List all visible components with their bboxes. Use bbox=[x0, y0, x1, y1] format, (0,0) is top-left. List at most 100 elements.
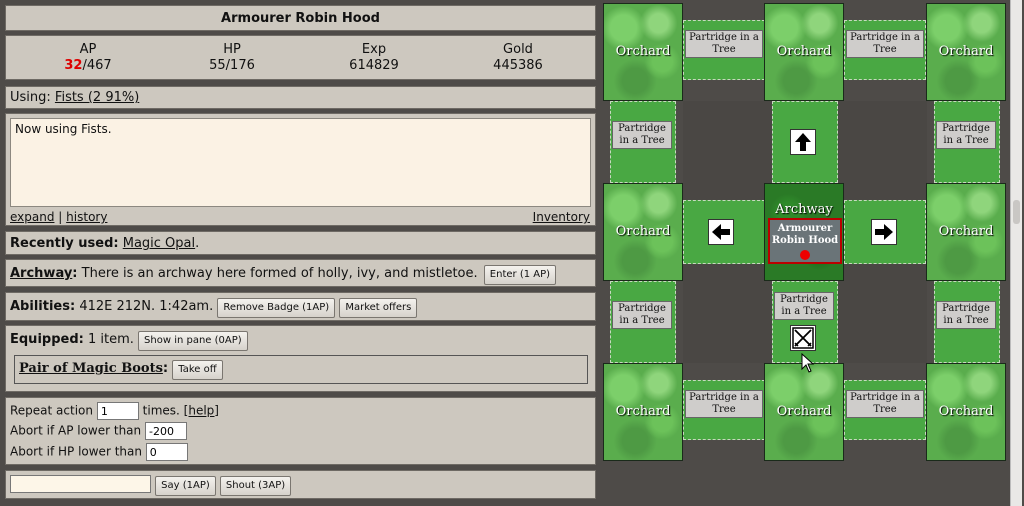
enter-button[interactable]: Enter (1 AP) bbox=[483, 265, 557, 285]
ap-label: AP bbox=[79, 42, 97, 57]
map-tile-orchard[interactable]: Orchard bbox=[603, 363, 683, 461]
partridge-sign[interactable]: Partridge in a Tree bbox=[774, 292, 834, 320]
abort-hp-label: Abort if HP lower than bbox=[10, 444, 142, 459]
repeat-panel: Repeat action times. [help] Abort if AP … bbox=[5, 397, 596, 465]
recently-used-label: Recently used: bbox=[10, 236, 119, 251]
gold-value: 445386 bbox=[493, 58, 543, 73]
message-panel: Now using Fists. expand | history Invent… bbox=[5, 113, 596, 226]
help-link[interactable]: [help] bbox=[184, 404, 219, 418]
tile-label: Orchard bbox=[938, 44, 994, 59]
tile-label: Orchard bbox=[615, 44, 671, 59]
partridge-sign[interactable]: Partridge in a Tree bbox=[612, 301, 672, 329]
location-name-link[interactable]: Archway bbox=[10, 266, 72, 281]
location-description: There is an archway here formed of holly… bbox=[81, 266, 478, 281]
message-log: Now using Fists. bbox=[10, 118, 591, 207]
character-title: Armourer Robin Hood bbox=[5, 5, 596, 31]
tile-label: Orchard bbox=[776, 44, 832, 59]
using-panel: Using: Fists (2 91%) bbox=[5, 86, 596, 109]
tile-label: Orchard bbox=[938, 404, 994, 419]
player-marker bbox=[800, 250, 810, 260]
equipped-item-row: Pair of Magic Boots: Take off bbox=[14, 355, 588, 384]
abort-hp-input[interactable] bbox=[145, 443, 188, 461]
tile-label: Orchard bbox=[938, 224, 994, 239]
equipped-label: Equipped: bbox=[10, 332, 84, 347]
partridge-sign[interactable]: Partridge in a Tree bbox=[612, 121, 672, 149]
abilities-panel: Abilities: 412E 212N. 1:42am. Remove Bad… bbox=[5, 292, 596, 321]
player-character[interactable]: Armourer Robin Hood bbox=[768, 218, 842, 264]
map-tile-orchard[interactable]: Orchard bbox=[603, 183, 683, 281]
repeat-label: Repeat action bbox=[10, 403, 93, 418]
partridge-sign[interactable]: Partridge in a Tree bbox=[936, 121, 996, 149]
exp-stat: Exp 614829 bbox=[304, 42, 444, 74]
weapon-link[interactable]: Fists (2 91%) bbox=[55, 90, 139, 105]
inventory-link[interactable]: Inventory bbox=[533, 210, 590, 224]
location-panel: Archway: There is an archway here formed… bbox=[5, 259, 596, 287]
exp-value: 614829 bbox=[349, 58, 399, 73]
remove-badge-button[interactable]: Remove Badge (1AP) bbox=[217, 298, 336, 318]
move-east-arrow[interactable] bbox=[871, 219, 897, 245]
hp-stat: HP 55/176 bbox=[162, 42, 302, 74]
take-off-button[interactable]: Take off bbox=[172, 360, 223, 380]
map-grid: Orchard Partridge in a Tree Orchard Part… bbox=[603, 3, 1007, 461]
speech-input[interactable] bbox=[10, 475, 151, 493]
recently-used-panel: Recently used: Magic Opal. bbox=[5, 231, 596, 255]
recent-suffix: . bbox=[195, 236, 200, 251]
tile-label: Orchard bbox=[615, 224, 671, 239]
map-tile-orchard[interactable]: Orchard bbox=[926, 3, 1006, 101]
crossed-swords-icon bbox=[792, 327, 814, 349]
gold-label: Gold bbox=[503, 42, 533, 57]
hp-label: HP bbox=[223, 42, 241, 57]
partridge-sign[interactable]: Partridge in a Tree bbox=[936, 301, 996, 329]
market-offers-button[interactable]: Market offers bbox=[339, 298, 418, 318]
link-separator: | bbox=[58, 210, 63, 224]
speech-panel: Say (1AP) Shout (3AP) bbox=[5, 470, 596, 499]
gold-stat: Gold 445386 bbox=[448, 42, 588, 74]
move-north-arrow[interactable] bbox=[790, 129, 816, 155]
map-tile-orchard[interactable]: Orchard bbox=[926, 363, 1006, 461]
tile-label: Orchard bbox=[615, 404, 671, 419]
abilities-label: Abilities: bbox=[10, 299, 76, 314]
abort-ap-input[interactable] bbox=[144, 422, 187, 440]
map-tile-orchard[interactable]: Orchard bbox=[926, 183, 1006, 281]
tile-label: Orchard bbox=[776, 404, 832, 419]
ap-max: /467 bbox=[82, 58, 112, 73]
ap-current: 32 bbox=[64, 58, 83, 73]
abort-ap-label: Abort if AP lower than bbox=[10, 423, 142, 438]
arrow-up-icon bbox=[795, 133, 811, 151]
character-name: Armourer Robin Hood bbox=[221, 11, 380, 26]
move-west-arrow[interactable] bbox=[708, 219, 734, 245]
equipped-item-colon: : bbox=[162, 361, 169, 376]
partridge-sign[interactable]: Partridge in a Tree bbox=[846, 390, 924, 418]
partridge-sign[interactable]: Partridge in a Tree bbox=[685, 30, 763, 58]
arrow-left-icon bbox=[712, 224, 730, 240]
message-text: Now using Fists. bbox=[15, 122, 112, 136]
using-label: Using: bbox=[10, 90, 51, 105]
move-south-blocked[interactable] bbox=[790, 325, 816, 351]
scrollbar-thumb[interactable] bbox=[1013, 200, 1020, 224]
equipped-panel: Equipped: 1 item. Show in pane (0AP) Pai… bbox=[5, 325, 596, 392]
mouse-cursor-icon bbox=[801, 353, 815, 373]
partridge-sign[interactable]: Partridge in a Tree bbox=[846, 30, 924, 58]
map-tile-orchard[interactable]: Orchard bbox=[603, 3, 683, 101]
partridge-sign[interactable]: Partridge in a Tree bbox=[685, 390, 763, 418]
history-link[interactable]: history bbox=[66, 210, 107, 224]
abilities-text: 412E 212N. 1:42am. bbox=[79, 299, 214, 314]
recent-item-link[interactable]: Magic Opal bbox=[123, 236, 195, 251]
exp-label: Exp bbox=[361, 42, 387, 57]
shout-button[interactable]: Shout (3AP) bbox=[219, 475, 292, 496]
equipped-count: 1 item. bbox=[87, 332, 134, 347]
equipped-item-link[interactable]: Pair of Magic Boots bbox=[19, 361, 163, 376]
show-in-pane-button[interactable]: Show in pane (0AP) bbox=[138, 331, 248, 351]
hp-value: 55/176 bbox=[209, 58, 255, 73]
map-tile-archway[interactable]: Archway Armourer Robin Hood bbox=[764, 183, 844, 281]
tile-label: Archway bbox=[775, 202, 833, 217]
map-tile-orchard[interactable]: Orchard bbox=[764, 3, 844, 101]
map-tile-orchard[interactable]: Orchard bbox=[764, 363, 844, 461]
times-label: times. bbox=[142, 403, 180, 418]
player-name: Armourer Robin Hood bbox=[771, 223, 839, 246]
arrow-right-icon bbox=[875, 224, 893, 240]
expand-link[interactable]: expand bbox=[10, 210, 54, 224]
page-scrollbar[interactable] bbox=[1010, 0, 1022, 506]
repeat-input[interactable] bbox=[96, 402, 139, 420]
say-button[interactable]: Say (1AP) bbox=[155, 475, 216, 496]
